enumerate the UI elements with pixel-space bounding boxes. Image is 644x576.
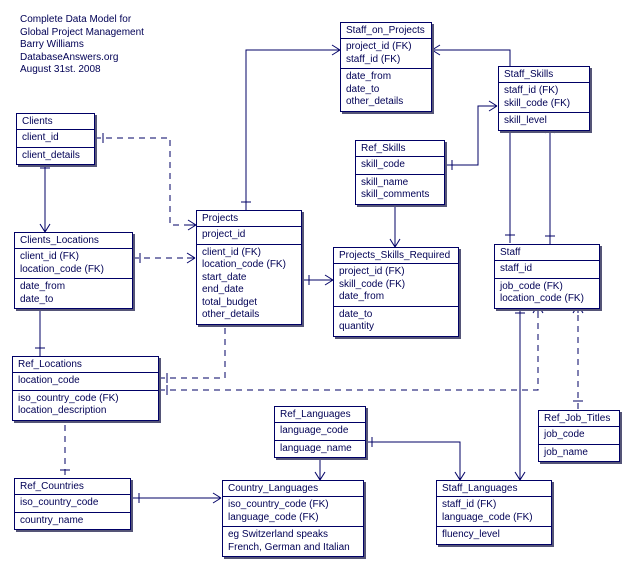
- title-line: DatabaseAnswers.org: [20, 52, 144, 65]
- entity-name: Projects_Skills_Required: [334, 248, 458, 264]
- attr-field: skill_level: [504, 115, 584, 128]
- entity-name: Ref_Job_Titles: [539, 411, 619, 427]
- entity-clients-locations: Clients_Locations client_id (FK) locatio…: [14, 232, 133, 309]
- attr-field: location_code (FK): [500, 293, 594, 306]
- pk-field: client_id: [22, 132, 89, 145]
- attr-field: job_code (FK): [500, 281, 594, 294]
- attr-field: other_details: [202, 309, 296, 322]
- entity-ref-skills: Ref_Skills skill_code skill_name skill_c…: [355, 140, 445, 205]
- entity-name: Country_Languages: [223, 481, 363, 497]
- entity-name: Projects: [197, 211, 301, 227]
- pk-field: location_code (FK): [20, 264, 127, 277]
- entity-ref-countries: Ref_Countries iso_country_code country_n…: [14, 478, 131, 530]
- attr-field: client_id (FK): [202, 247, 296, 260]
- entity-staff-skills: Staff_Skills staff_id (FK) skill_code (F…: [498, 66, 590, 131]
- entity-name: Ref_Countries: [15, 479, 130, 495]
- entity-ref-job-titles: Ref_Job_Titles job_code job_name: [538, 410, 620, 462]
- entity-ref-languages: Ref_Languages language_code language_nam…: [274, 406, 366, 458]
- pk-field: date_from: [339, 291, 453, 304]
- pk-field: staff_id (FK): [442, 499, 546, 512]
- title-line: August 31st. 2008: [20, 64, 144, 77]
- title-line: Global Project Management: [20, 27, 144, 40]
- entity-country-languages: Country_Languages iso_country_code (FK) …: [222, 480, 364, 557]
- attr-field: skill_name: [361, 177, 439, 190]
- attr-field: total_budget: [202, 297, 296, 310]
- attr-field: end_date: [202, 284, 296, 297]
- attr-field: fluency_level: [442, 529, 546, 542]
- entity-clients: Clients client_id client_details: [16, 113, 95, 165]
- attr-field: country_name: [20, 515, 125, 528]
- pk-field: iso_country_code: [20, 497, 125, 510]
- pk-field: staff_id (FK): [504, 85, 584, 98]
- attr-field: date_to: [339, 309, 453, 322]
- entity-name: Staff_Languages: [437, 481, 551, 497]
- attr-field: location_description: [18, 405, 153, 418]
- entity-name: Ref_Skills: [356, 141, 444, 157]
- pk-field: staff_id: [500, 263, 594, 276]
- pk-field: staff_id (FK): [346, 54, 426, 67]
- entity-projects-skills-required: Projects_Skills_Required project_id (FK)…: [333, 247, 459, 337]
- entity-name: Staff_on_Projects: [341, 23, 431, 39]
- pk-field: skill_code (FK): [504, 98, 584, 111]
- entity-name: Staff_Skills: [499, 67, 589, 83]
- attr-field: iso_country_code (FK): [18, 393, 153, 406]
- attr-field: job_name: [544, 447, 614, 460]
- entity-staff-on-projects: Staff_on_Projects project_id (FK) staff_…: [340, 22, 432, 112]
- attr-field: language_name: [280, 443, 360, 456]
- entity-name: Ref_Languages: [275, 407, 365, 423]
- attr-field: date_to: [20, 294, 127, 307]
- pk-field: iso_country_code (FK): [228, 499, 358, 512]
- pk-field: location_code: [18, 375, 153, 388]
- attr-field: date_from: [20, 281, 127, 294]
- entity-name: Clients_Locations: [15, 233, 132, 249]
- pk-field: project_id: [202, 229, 296, 242]
- attr-field: location_code (FK): [202, 259, 296, 272]
- entity-projects: Projects project_id client_id (FK) locat…: [196, 210, 302, 325]
- attr-field: other_details: [346, 96, 426, 109]
- pk-field: skill_code: [361, 159, 439, 172]
- entity-name: Staff: [495, 245, 599, 261]
- pk-field: project_id (FK): [339, 266, 453, 279]
- entity-name: Clients: [17, 114, 94, 130]
- pk-field: language_code (FK): [228, 512, 358, 525]
- attr-field: start_date: [202, 272, 296, 285]
- attr-field: eg Switzerland speaks: [228, 529, 358, 542]
- attr-field: quantity: [339, 321, 453, 334]
- entity-ref-locations: Ref_Locations location_code iso_country_…: [12, 356, 159, 421]
- attr-field: client_details: [22, 150, 89, 163]
- entity-staff-languages: Staff_Languages staff_id (FK) language_c…: [436, 480, 552, 545]
- pk-field: language_code (FK): [442, 512, 546, 525]
- pk-field: language_code: [280, 425, 360, 438]
- attr-field: date_from: [346, 71, 426, 84]
- diagram-title: Complete Data Model for Global Project M…: [20, 14, 144, 77]
- attr-field: date_to: [346, 84, 426, 97]
- pk-field: client_id (FK): [20, 251, 127, 264]
- attr-field: French, German and Italian: [228, 542, 358, 555]
- entity-staff: Staff staff_id job_code (FK) location_co…: [494, 244, 600, 309]
- pk-field: project_id (FK): [346, 41, 426, 54]
- pk-field: skill_code (FK): [339, 279, 453, 292]
- title-line: Complete Data Model for: [20, 14, 144, 27]
- entity-name: Ref_Locations: [13, 357, 158, 373]
- pk-field: job_code: [544, 429, 614, 442]
- attr-field: skill_comments: [361, 189, 439, 202]
- title-line: Barry Williams: [20, 39, 144, 52]
